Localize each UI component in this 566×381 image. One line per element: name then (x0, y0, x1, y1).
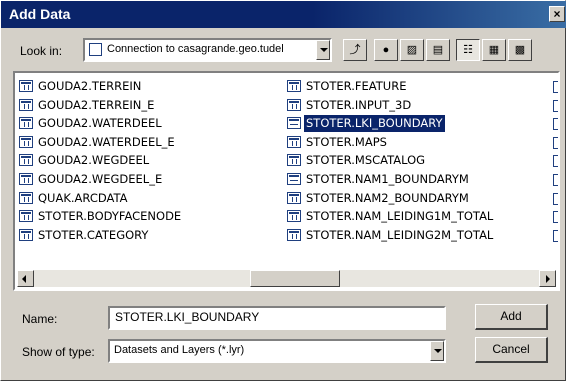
show-of-type-label: Show of type: (22, 345, 95, 359)
table-icon (287, 191, 301, 204)
list-item-label: STOTER.INPUT_3D (306, 97, 412, 112)
table-icon (19, 191, 33, 204)
table-icon (553, 99, 558, 112)
show-of-type-value: Datasets and Layers (*.lyr) (114, 344, 245, 356)
table-icon (287, 210, 301, 223)
name-field[interactable]: STOTER.LKI_BOUNDARY (108, 306, 446, 330)
table-icon (19, 210, 33, 223)
table-icon (287, 80, 301, 92)
feature-class-icon (287, 173, 301, 185)
name-field-value: STOTER.LKI_BOUNDARY (115, 310, 260, 324)
table-icon (553, 192, 558, 205)
table-icon (553, 118, 558, 131)
table-icon (19, 80, 33, 92)
show-of-type-dropdown[interactable]: Datasets and Layers (*.lyr) (108, 339, 446, 363)
list-item[interactable]: GOUDA2.WATERDEEL (19, 115, 164, 132)
list-item-label: STOTER.FEATURE (306, 79, 407, 93)
list-item-label: GOUDA2.WEGDEEL (38, 153, 150, 168)
dataset-list[interactable]: GOUDA2.TERREIN GOUDA2.TERREIN_E GOUDA2.WAT… (13, 71, 560, 291)
name-label: Name: (22, 312, 58, 326)
list-item-label: STOTER.NAM_LEIDING2M_TOTAL (306, 227, 494, 242)
table-icon (19, 98, 33, 111)
table-icon (287, 135, 301, 148)
list-view-button[interactable]: ☷ (456, 39, 480, 61)
scroll-right-button[interactable] (539, 270, 556, 287)
table-icon (287, 98, 301, 111)
list-item[interactable]: STOTER.NAM_LEIDING1M_TOTAL (287, 208, 495, 225)
disconnect-folder-button[interactable]: ▨ (400, 39, 424, 61)
list-item[interactable]: STOTER.NAM_LEIDING2M_TOTAL (287, 227, 495, 244)
look-in-dropdown[interactable]: Connection to casagrande.geo.tudel (83, 38, 332, 62)
add-data-dialog: Add Data × Look in: Connection to casagr… (0, 0, 566, 381)
list-item-label: QUAK.ARCDATA (38, 190, 128, 205)
list-item[interactable]: GOUDA2.WATERDEEL_E (19, 134, 177, 151)
table-icon (19, 154, 33, 167)
feature-class-icon (287, 117, 301, 130)
look-in-value: Connection to casagrande.geo.tudel (107, 43, 284, 55)
list-item-label: STOTER.LKI_BOUNDARY (303, 114, 446, 134)
table-icon (553, 174, 558, 186)
list-item[interactable]: STOTER.BODYFACENODE (19, 208, 183, 225)
list-item-label: STOTER.CATEGORY (38, 227, 149, 242)
list-item[interactable]: GOUDA2.TERREIN_E (19, 97, 156, 114)
list-item[interactable]: STOTER.INPUT_3D (287, 97, 413, 114)
table-icon (553, 155, 558, 168)
table-icon (553, 136, 558, 149)
list-item[interactable]: STOTER.LKI_BOUNDARY (287, 114, 446, 134)
list-item[interactable]: STOTER.MSCATALOG (287, 152, 427, 169)
list-item-label: STOTER.MAPS (306, 134, 387, 149)
table-icon (19, 228, 33, 241)
table-icon (287, 154, 301, 167)
scroll-thumb[interactable] (250, 270, 340, 287)
list-item[interactable]: STOTER.NAM1_BOUNDARYM (287, 171, 471, 188)
look-in-label: Look in: (20, 44, 63, 58)
window-title: Add Data (9, 6, 71, 22)
list-item[interactable]: QUAK.ARCDATA (19, 190, 129, 207)
list-item[interactable]: STOTER.CATEGORY (19, 227, 150, 244)
list-item-label: GOUDA2.WATERDEEL_E (38, 134, 175, 149)
list-item-label: STOTER.NAM1_BOUNDARYM (306, 172, 469, 186)
properties-button[interactable]: ▤ (426, 39, 450, 61)
scroll-left-button[interactable] (17, 270, 34, 287)
table-icon (19, 117, 33, 130)
chevron-down-icon[interactable] (316, 40, 330, 60)
list-item[interactable]: STOTER.MAPS (287, 134, 389, 151)
list-item[interactable]: GOUDA2.WEGDEEL_E (19, 171, 164, 188)
table-icon (553, 229, 558, 242)
horizontal-scrollbar[interactable] (17, 270, 556, 287)
list-item-label: STOTER.NAM_LEIDING1M_TOTAL (306, 209, 494, 224)
table-icon (553, 81, 558, 93)
thumbnails-view-button[interactable]: ▩ (508, 39, 532, 61)
database-connection-icon (89, 43, 102, 56)
table-icon (19, 135, 33, 148)
add-button[interactable]: Add (475, 304, 548, 330)
list-item-label: STOTER.NAM2_BOUNDARYM (306, 190, 469, 205)
details-view-button[interactable]: ▦ (482, 39, 506, 61)
connect-folder-button[interactable]: ● (374, 39, 398, 61)
list-item-label: GOUDA2.TERREIN_E (38, 97, 155, 112)
cancel-button[interactable]: Cancel (475, 337, 548, 363)
list-item-label: STOTER.MSCATALOG (306, 153, 426, 168)
table-icon (553, 211, 558, 224)
list-item-label: GOUDA2.TERREIN (38, 79, 142, 93)
list-item-label: GOUDA2.WEGDEEL_E (38, 172, 163, 186)
table-icon (19, 173, 33, 185)
title-bar[interactable]: Add Data × (1, 1, 566, 28)
list-item-label: GOUDA2.WATERDEEL (38, 116, 162, 131)
list-item[interactable]: STOTER.FEATURE (287, 78, 408, 95)
close-icon[interactable]: × (549, 6, 565, 22)
table-icon (287, 228, 301, 241)
list-item[interactable]: GOUDA2.WEGDEEL (19, 152, 151, 169)
list-item-label: STOTER.BODYFACENODE (38, 209, 182, 224)
chevron-down-icon[interactable] (430, 341, 444, 361)
list-item[interactable]: GOUDA2.TERREIN (19, 78, 143, 95)
up-one-level-button[interactable]: ⤴ (343, 39, 367, 61)
list-item[interactable]: STOTER.NAM2_BOUNDARYM (287, 190, 471, 207)
